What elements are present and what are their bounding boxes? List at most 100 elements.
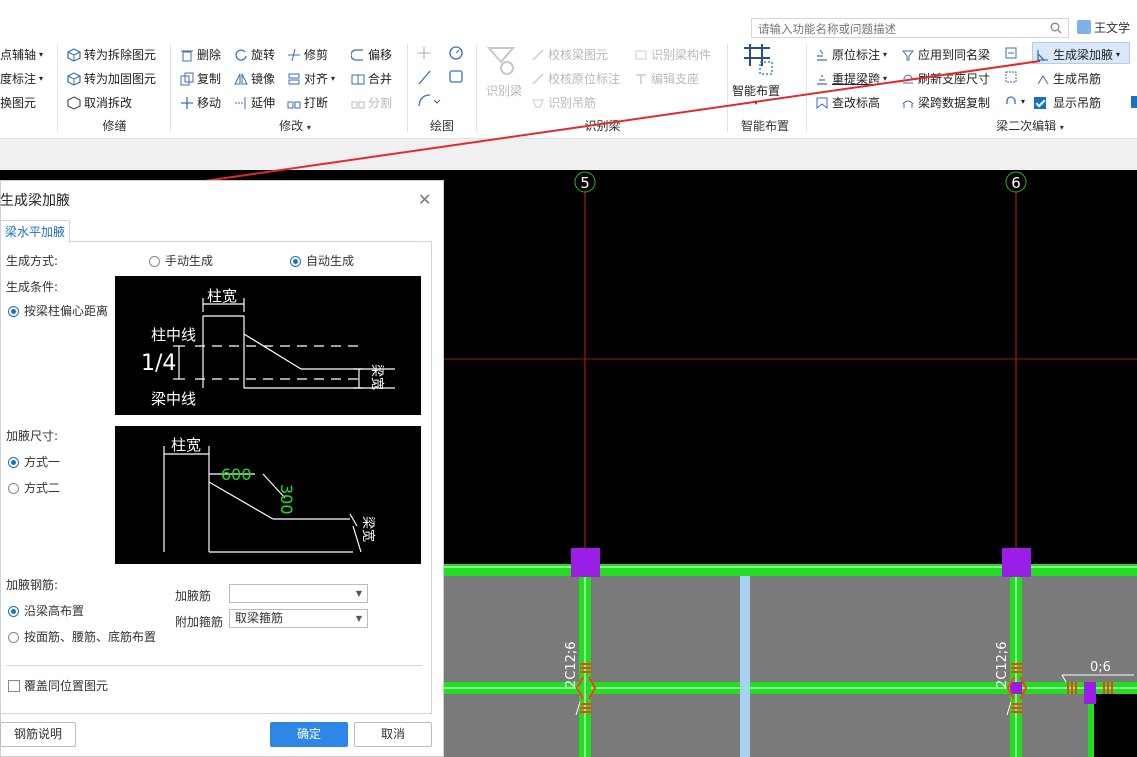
cube-icon xyxy=(67,71,81,86)
identify-beam-button[interactable]: 识别梁 xyxy=(485,44,522,98)
convert-demolish-button[interactable]: 转为拆除图元 xyxy=(67,46,156,63)
edit-support-button[interactable]: 编辑支座 xyxy=(634,70,699,87)
in-situ-annotation-button[interactable]: 原位标注 ▾ xyxy=(815,46,887,63)
refresh-support-size-button[interactable]: 刷新支座尺寸 xyxy=(901,70,990,87)
radio-along-height[interactable]: 沿梁高布置 xyxy=(8,602,84,619)
avatar-icon xyxy=(1077,20,1091,34)
delete-button[interactable]: 删除 xyxy=(180,46,221,63)
generate-hanger-button[interactable]: 生成吊筋 xyxy=(1036,70,1101,87)
user-name: 王文学 xyxy=(1094,21,1131,35)
radio-icon xyxy=(8,483,19,494)
radio-manual[interactable]: 手动生成 xyxy=(149,252,213,269)
group-label-identify-beam: 识别梁 xyxy=(584,119,621,133)
radio-eccentric[interactable]: 按梁柱偏心距离 xyxy=(8,302,108,319)
checkbox-icon xyxy=(8,680,20,692)
ribbon-item-swap[interactable]: 换图元 xyxy=(0,94,36,111)
reextract-span-button[interactable]: 重提梁跨 ▾ xyxy=(815,70,887,87)
offset-button[interactable]: 偏移 xyxy=(351,46,392,63)
mirror-icon xyxy=(234,73,248,84)
hanger-icon xyxy=(532,99,544,107)
circle-icon xyxy=(449,46,463,60)
group-label-modify[interactable]: 修改 ▾ xyxy=(180,117,410,134)
move-button[interactable]: 移动 xyxy=(180,94,221,111)
label-col-width: 柱宽 xyxy=(207,287,237,305)
checkbox-partial-icon[interactable] xyxy=(1131,96,1137,108)
search-box[interactable] xyxy=(751,18,1069,38)
smart-layout-label: 智能布置 xyxy=(732,84,781,98)
ribbon-item-aux-axis[interactable]: 点辅轴 ▾ xyxy=(0,46,43,63)
user-account[interactable]: 王文学 xyxy=(1077,19,1130,36)
chevron-down-icon: ▼ xyxy=(355,614,362,623)
component-icon xyxy=(635,50,647,59)
align-button[interactable]: 对齐 ▾ xyxy=(287,70,335,87)
edit-support-icon xyxy=(636,73,646,84)
cancel-renovation-button[interactable]: 取消拆改 xyxy=(67,94,132,111)
span-data-copy-button[interactable]: 梁跨数据复制 xyxy=(901,94,990,111)
list-icon xyxy=(1005,47,1017,59)
grid-icon-button[interactable] xyxy=(1004,70,1018,84)
label-col-width: 柱宽 xyxy=(171,436,201,454)
rebar-label: 加腋钢筋: xyxy=(6,578,59,592)
haunch-icon xyxy=(1037,49,1048,61)
label-beam-width: 梁宽 xyxy=(369,364,385,390)
radio-mode2[interactable]: 方式二 xyxy=(8,479,60,496)
ribbon-item-dim[interactable]: 度标注 ▾ xyxy=(0,70,43,87)
merge-button[interactable]: 合并 xyxy=(351,70,392,87)
group-label-beam-edit[interactable]: 梁二次编辑 ▾ xyxy=(930,117,1130,134)
check-annotation-button[interactable]: 校核原位标注 xyxy=(531,70,620,87)
rebar-label: 0;6 xyxy=(1090,660,1111,675)
convert-reinforce-button[interactable]: 转为加固图元 xyxy=(67,70,156,87)
trim-icon xyxy=(288,48,300,61)
divider xyxy=(6,665,422,666)
smart-layout-button[interactable]: 智能布置 ▾ xyxy=(732,44,798,112)
draw-tools[interactable] xyxy=(416,44,468,116)
size-label: 加腋尺寸: xyxy=(6,429,59,443)
extend-button[interactable]: 延伸 xyxy=(234,94,275,111)
label-beam-width: 梁宽 xyxy=(360,516,376,542)
identify-beam-component-button[interactable]: 识别梁构件 xyxy=(634,46,711,63)
mirror-button[interactable]: 镜像 xyxy=(234,70,275,87)
slab-area xyxy=(444,576,1137,757)
group-label-draw: 绘图 xyxy=(429,119,454,133)
split-button[interactable]: 分割 xyxy=(351,94,392,111)
cancel-button[interactable]: 取消 xyxy=(354,722,432,747)
label-col-center: 柱中线 xyxy=(151,326,196,344)
dialog-title: 生成梁加腋 xyxy=(0,193,70,209)
list-icon-button[interactable] xyxy=(1004,46,1018,60)
check-beam-button[interactable]: 校核梁图元 xyxy=(531,46,608,63)
beam-top xyxy=(444,564,1137,576)
break-button[interactable]: 打断 xyxy=(287,94,328,111)
trim-button[interactable]: 修剪 xyxy=(287,46,328,63)
ok-button[interactable]: 确定 xyxy=(270,722,348,747)
secondary-beam xyxy=(740,576,750,757)
search-icon[interactable] xyxy=(1050,22,1062,34)
radio-selected-icon xyxy=(8,606,19,617)
radio-mode1[interactable]: 方式一 xyxy=(8,453,60,470)
radio-icon xyxy=(8,632,19,643)
check-beam-icon xyxy=(532,48,544,61)
apply-icon xyxy=(901,50,915,60)
show-hanger-checkbox[interactable]: 显示吊筋 xyxy=(1034,94,1101,111)
drawing-canvas[interactable]: 5 6 2C12;6 2C12;6 0;6 xyxy=(444,170,1137,757)
check-elevation-button[interactable]: 查改标高 xyxy=(815,94,880,111)
copy-button[interactable]: 复制 xyxy=(180,70,221,87)
align-icon xyxy=(288,73,300,84)
headset-button[interactable]: ▾ xyxy=(1004,94,1025,108)
tab-horizontal-haunch[interactable]: 梁水平加腋 xyxy=(0,220,70,243)
overwrite-checkbox[interactable]: 覆盖同位置图元 xyxy=(8,677,108,694)
span-icon xyxy=(817,74,827,85)
apply-same-name-beam-button[interactable]: 应用到同名梁 xyxy=(901,46,990,63)
radio-auto[interactable]: 自动生成 xyxy=(290,252,354,269)
radio-by-bars[interactable]: 按面筋、腰筋、底筋布置 xyxy=(8,628,156,645)
label-beam-center: 梁中线 xyxy=(151,390,196,408)
rotate-button[interactable]: 旋转 xyxy=(234,46,275,63)
stirrup-select[interactable]: 取梁箍筋 ▼ xyxy=(229,609,368,628)
grid-layout-icon xyxy=(744,44,773,75)
close-icon[interactable]: ✕ xyxy=(418,190,431,209)
cad-drawing[interactable]: 5 6 2C12;6 2C12;6 0;6 xyxy=(444,170,1137,757)
identify-hanger-button[interactable]: 识别吊筋 xyxy=(531,94,596,111)
rebar-help-button[interactable]: 钢筋说明 xyxy=(0,722,76,747)
generate-haunch-button[interactable]: 生成梁加腋 ▾ xyxy=(1036,46,1120,63)
haunch-bar-select[interactable]: ▼ xyxy=(229,584,368,603)
search-input[interactable] xyxy=(756,20,1050,38)
